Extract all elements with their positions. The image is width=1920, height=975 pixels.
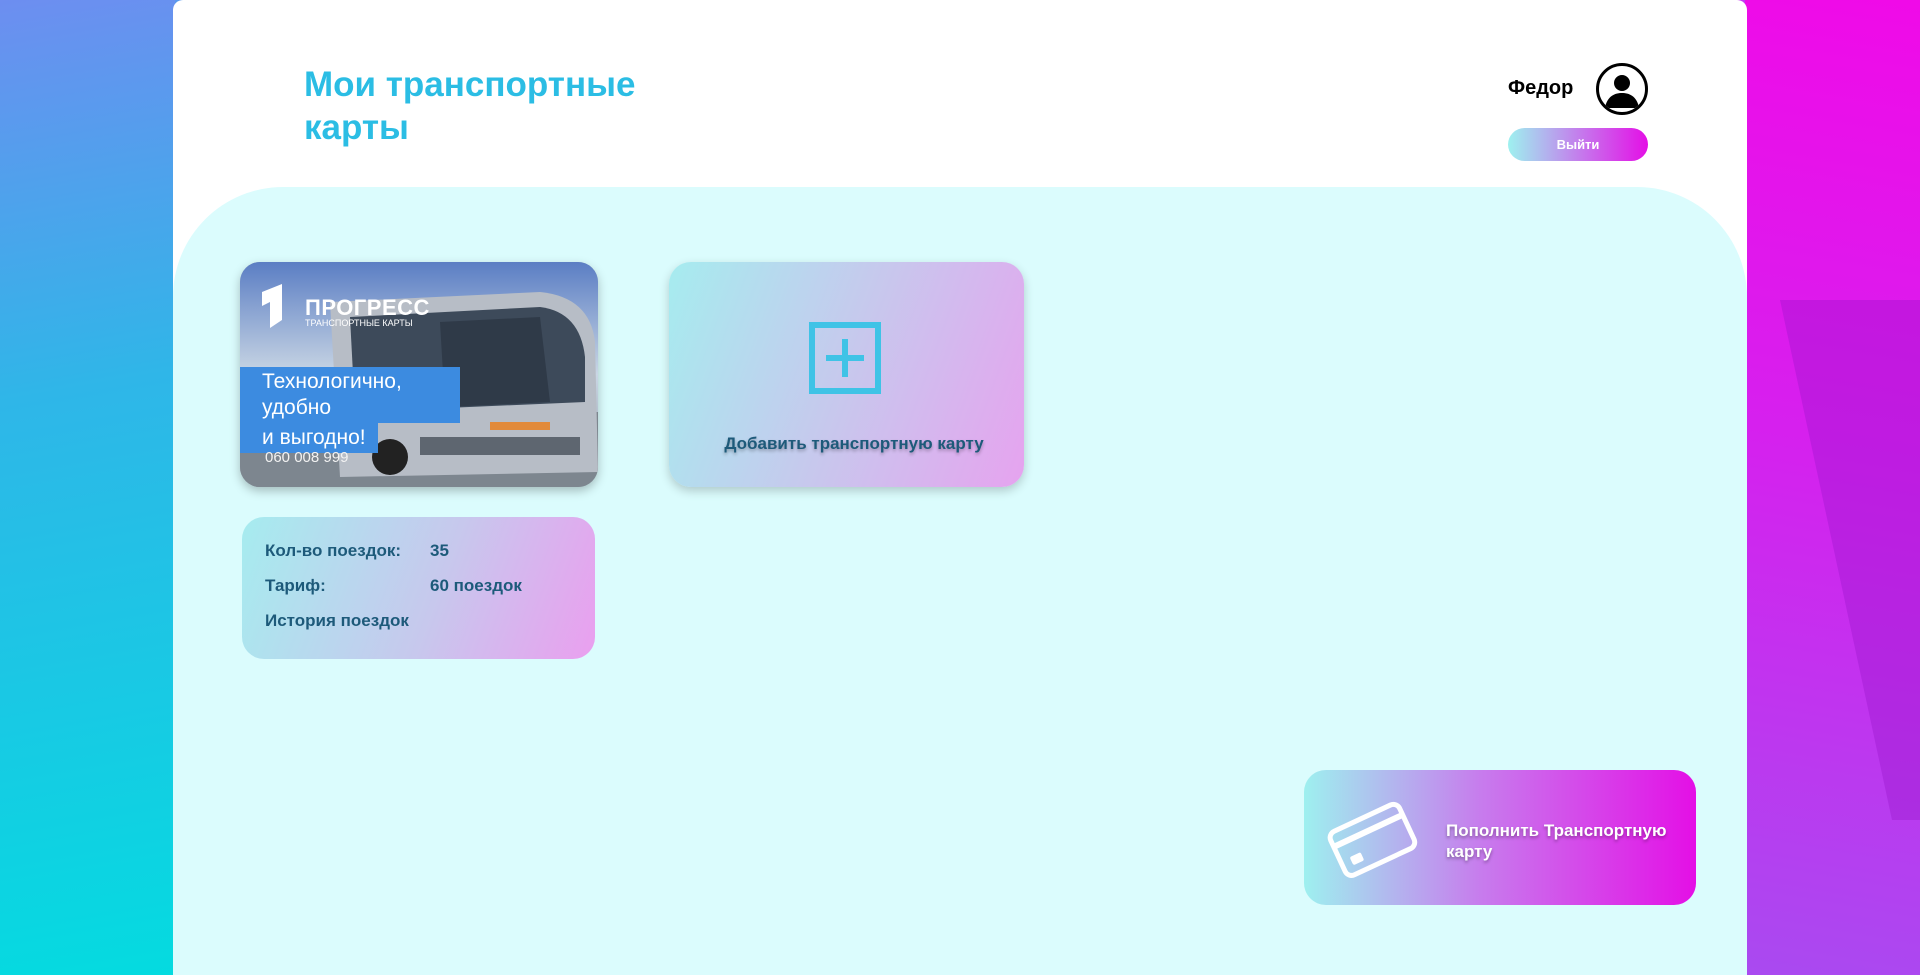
- tariff-value: 60 поездок: [430, 576, 522, 595]
- credit-card-icon: [1327, 801, 1418, 878]
- slogan-line-1: Технологично, удобно: [240, 367, 460, 423]
- tariff-label: Тариф:: [265, 576, 326, 595]
- plus-square-icon: [809, 322, 881, 394]
- cards-area: ПРОГРЕСС ТРАНСПОРТНЫЕ КАРТЫ Технологично…: [173, 187, 1747, 975]
- card-info-box: Кол-во поездок: 35 Тариф: 60 поездок Ист…: [242, 517, 595, 659]
- card-slogan: Технологично, удобно и выгодно!: [240, 367, 460, 453]
- trips-value: 35: [430, 541, 449, 560]
- logout-button[interactable]: Выйти: [1508, 128, 1648, 161]
- user-avatar-icon[interactable]: [1596, 63, 1648, 115]
- transport-card[interactable]: ПРОГРЕСС ТРАНСПОРТНЫЕ КАРТЫ Технологично…: [240, 262, 598, 487]
- trip-history-link[interactable]: История поездок: [265, 611, 409, 631]
- add-card-button[interactable]: Добавить транспортную карту: [669, 262, 1024, 487]
- background-left: [0, 0, 175, 975]
- trips-label: Кол-во поездок:: [265, 541, 402, 560]
- brand-subtitle: ТРАНСПОРТНЫЕ КАРТЫ: [305, 318, 413, 328]
- page-title: Мои транспортные карты: [304, 65, 636, 147]
- background-facet: [1780, 300, 1920, 820]
- topup-label: Пополнить Транспортную карту: [1446, 821, 1667, 861]
- user-name: Федор: [1508, 77, 1574, 99]
- background-right: [1745, 0, 1920, 975]
- add-card-label: Добавить транспортную карту: [724, 434, 984, 453]
- main-panel: Мои транспортные карты Федор Выйти ПРОГР…: [173, 0, 1747, 975]
- card-number: 060 008 999: [265, 449, 349, 466]
- topup-card-button[interactable]: Пополнить Транспортную карту: [1304, 770, 1696, 905]
